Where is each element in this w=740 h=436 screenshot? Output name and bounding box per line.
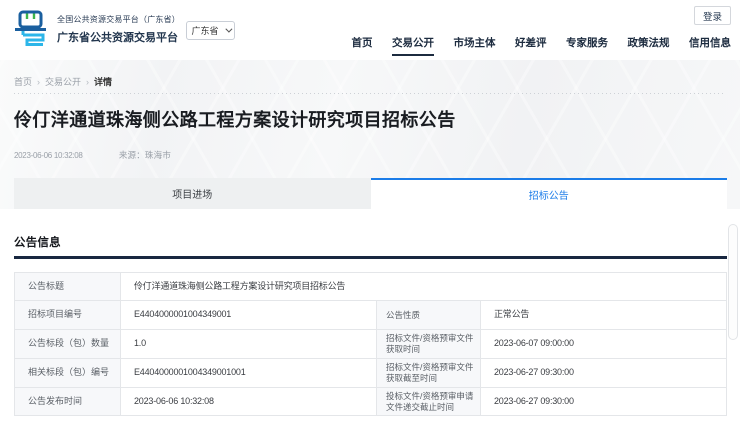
breadcrumb-current: 详情 — [94, 77, 112, 87]
publish-time: 2023-06-06 10:32:08 — [14, 151, 83, 160]
main-nav: 首页 交易公开 市场主体 好差评 专家服务 政策法规 信用信息 — [352, 35, 732, 56]
site-header: 全国公共资源交易平台（广东省） 广东省公共资源交易平台 广东省 登录 首页 交易… — [0, 0, 740, 60]
scrollbar-thumb[interactable] — [728, 224, 738, 340]
section-title: 公告信息 — [14, 209, 727, 250]
table-row: 公告发布时间 2023-06-06 10:32:08 投标文件/资格预审申请文件… — [15, 387, 727, 416]
nav-review[interactable]: 好差评 — [515, 35, 547, 56]
platform-small-title: 全国公共资源交易平台（广东省） — [57, 14, 180, 25]
announcement-content: 公告信息 公告标题 伶仃洋通道珠海侧公路工程方案设计研究项目招标公告 招标项目编… — [0, 209, 740, 416]
table-row: 公告标题 伶仃洋通道珠海侧公路工程方案设计研究项目招标公告 — [15, 272, 727, 301]
table-row: 相关标段（包）编号 E4404000001004349001001 招标文件/资… — [15, 358, 727, 387]
tab-project-entry[interactable]: 项目进场 — [14, 178, 371, 209]
platform-main-title: 广东省公共资源交易平台 — [57, 29, 180, 45]
tab-tender-notice[interactable]: 招标公告 — [371, 178, 728, 209]
source: 来源：珠海市 — [119, 150, 171, 160]
section-rule — [14, 256, 727, 259]
nav-market-subject[interactable]: 市场主体 — [454, 35, 496, 56]
breadcrumb: 首页›交易公开›详情 — [14, 60, 726, 88]
page-hero: 首页›交易公开›详情 伶仃洋通道珠海侧公路工程方案设计研究项目招标公告 2023… — [0, 60, 740, 209]
breadcrumb-home[interactable]: 首页 — [14, 77, 32, 87]
table-row: 公告标段（包）数量 1.0 招标文件/资格预审文件获取时间 2023-06-07… — [15, 330, 727, 359]
page-title: 伶仃洋通道珠海侧公路工程方案设计研究项目招标公告 — [14, 106, 726, 132]
nav-credit[interactable]: 信用信息 — [689, 35, 731, 56]
chevron-down-icon — [225, 26, 232, 33]
article-meta: 2023-06-06 10:32:08 来源：珠海市 — [14, 149, 726, 161]
region-selector[interactable]: 广东省 — [186, 21, 235, 40]
platform-logo-icon — [14, 9, 48, 49]
breadcrumb-section[interactable]: 交易公开 — [45, 77, 81, 87]
table-row: 招标项目编号 E4404000001004349001 公告性质 正常公告 — [15, 301, 727, 330]
login-button[interactable]: 登录 — [694, 6, 731, 25]
dotted-divider — [14, 93, 726, 94]
nav-home[interactable]: 首页 — [352, 35, 373, 56]
nav-trade-public[interactable]: 交易公开 — [392, 35, 434, 56]
nav-expert-service[interactable]: 专家服务 — [566, 35, 608, 56]
announcement-table: 公告标题 伶仃洋通道珠海侧公路工程方案设计研究项目招标公告 招标项目编号 E44… — [14, 272, 727, 417]
nav-policy[interactable]: 政策法规 — [628, 35, 670, 56]
brand: 全国公共资源交易平台（广东省） 广东省公共资源交易平台 — [14, 9, 180, 49]
detail-tabs: 项目进场 招标公告 — [14, 178, 727, 209]
